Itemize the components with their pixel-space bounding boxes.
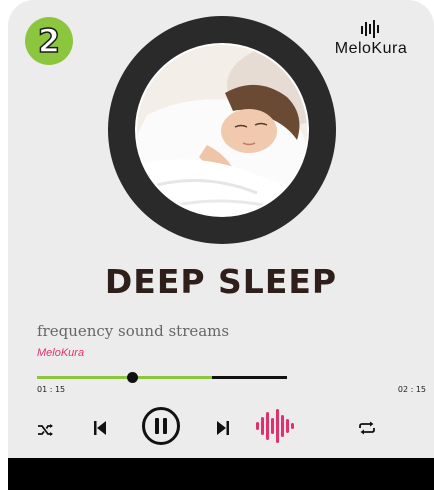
repeat-button[interactable] — [355, 416, 379, 440]
track-number-badge: 2 — [25, 17, 73, 65]
shuffle-button[interactable] — [34, 418, 58, 442]
brand-name: MeloKura — [334, 40, 408, 57]
pause-icon — [142, 407, 180, 445]
shuffle-icon — [38, 424, 53, 436]
next-button[interactable] — [211, 416, 235, 440]
play-pause-button[interactable] — [141, 406, 181, 446]
album-disc — [108, 16, 336, 244]
waveform-icon — [361, 20, 379, 38]
duration-time: 02 : 15 — [397, 385, 426, 394]
track-title: DEEP SLEEP — [104, 262, 338, 301]
footer-bar — [8, 458, 434, 490]
progress-buffered — [37, 376, 212, 379]
brand-logo: MeloKura — [326, 20, 416, 58]
skip-next-icon — [217, 421, 229, 435]
skip-previous-icon — [94, 421, 106, 435]
progress-knob[interactable] — [127, 372, 138, 383]
track-subtitle: frequency sound streams — [37, 322, 230, 340]
visualizer — [253, 406, 297, 446]
artist-name: MeloKura — [37, 347, 85, 359]
player-card: 2 MeloKura DEEP SLEEP frequency sound st… — [8, 0, 434, 490]
elapsed-time: 01 : 15 — [37, 385, 66, 394]
sound-waveform-icon — [256, 409, 294, 443]
previous-button[interactable] — [88, 416, 112, 440]
album-art-sleeping-woman — [135, 43, 309, 217]
repeat-icon — [359, 421, 375, 435]
